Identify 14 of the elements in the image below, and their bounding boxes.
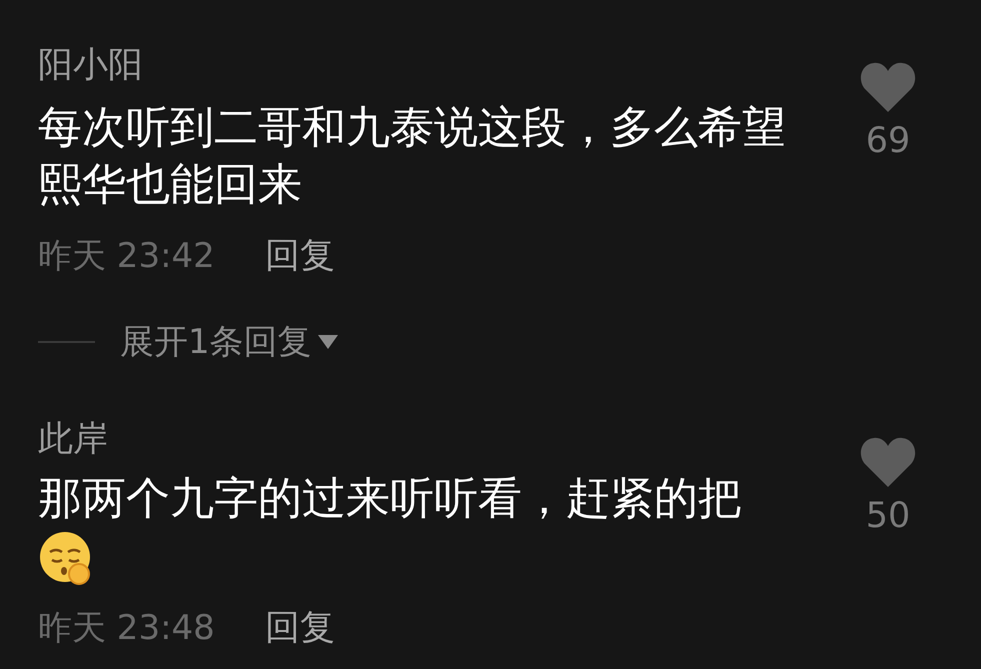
reply-link[interactable]: 回复	[264, 606, 335, 650]
heart-icon[interactable]	[860, 62, 916, 112]
like-count: 69	[866, 120, 910, 163]
user-name[interactable]: 阳小阳	[38, 43, 808, 87]
timestamp: 昨天 23:42	[38, 235, 215, 278]
timestamp: 昨天 23:48	[38, 607, 215, 650]
like-count: 50	[866, 495, 910, 538]
comment-text: 每次听到二哥和九泰说这段，多么希望熙华也能回来	[38, 101, 787, 212]
comment-text: 那两个九字的过来听听看，赶紧的把	[38, 472, 743, 526]
caret-icon[interactable]	[318, 335, 338, 349]
heart-icon[interactable]	[860, 437, 916, 487]
reply-link[interactable]: 回复	[264, 234, 335, 278]
expand-replies-link[interactable]: 展开1条回复	[120, 319, 312, 365]
user-name[interactable]: 此岸	[38, 417, 808, 461]
